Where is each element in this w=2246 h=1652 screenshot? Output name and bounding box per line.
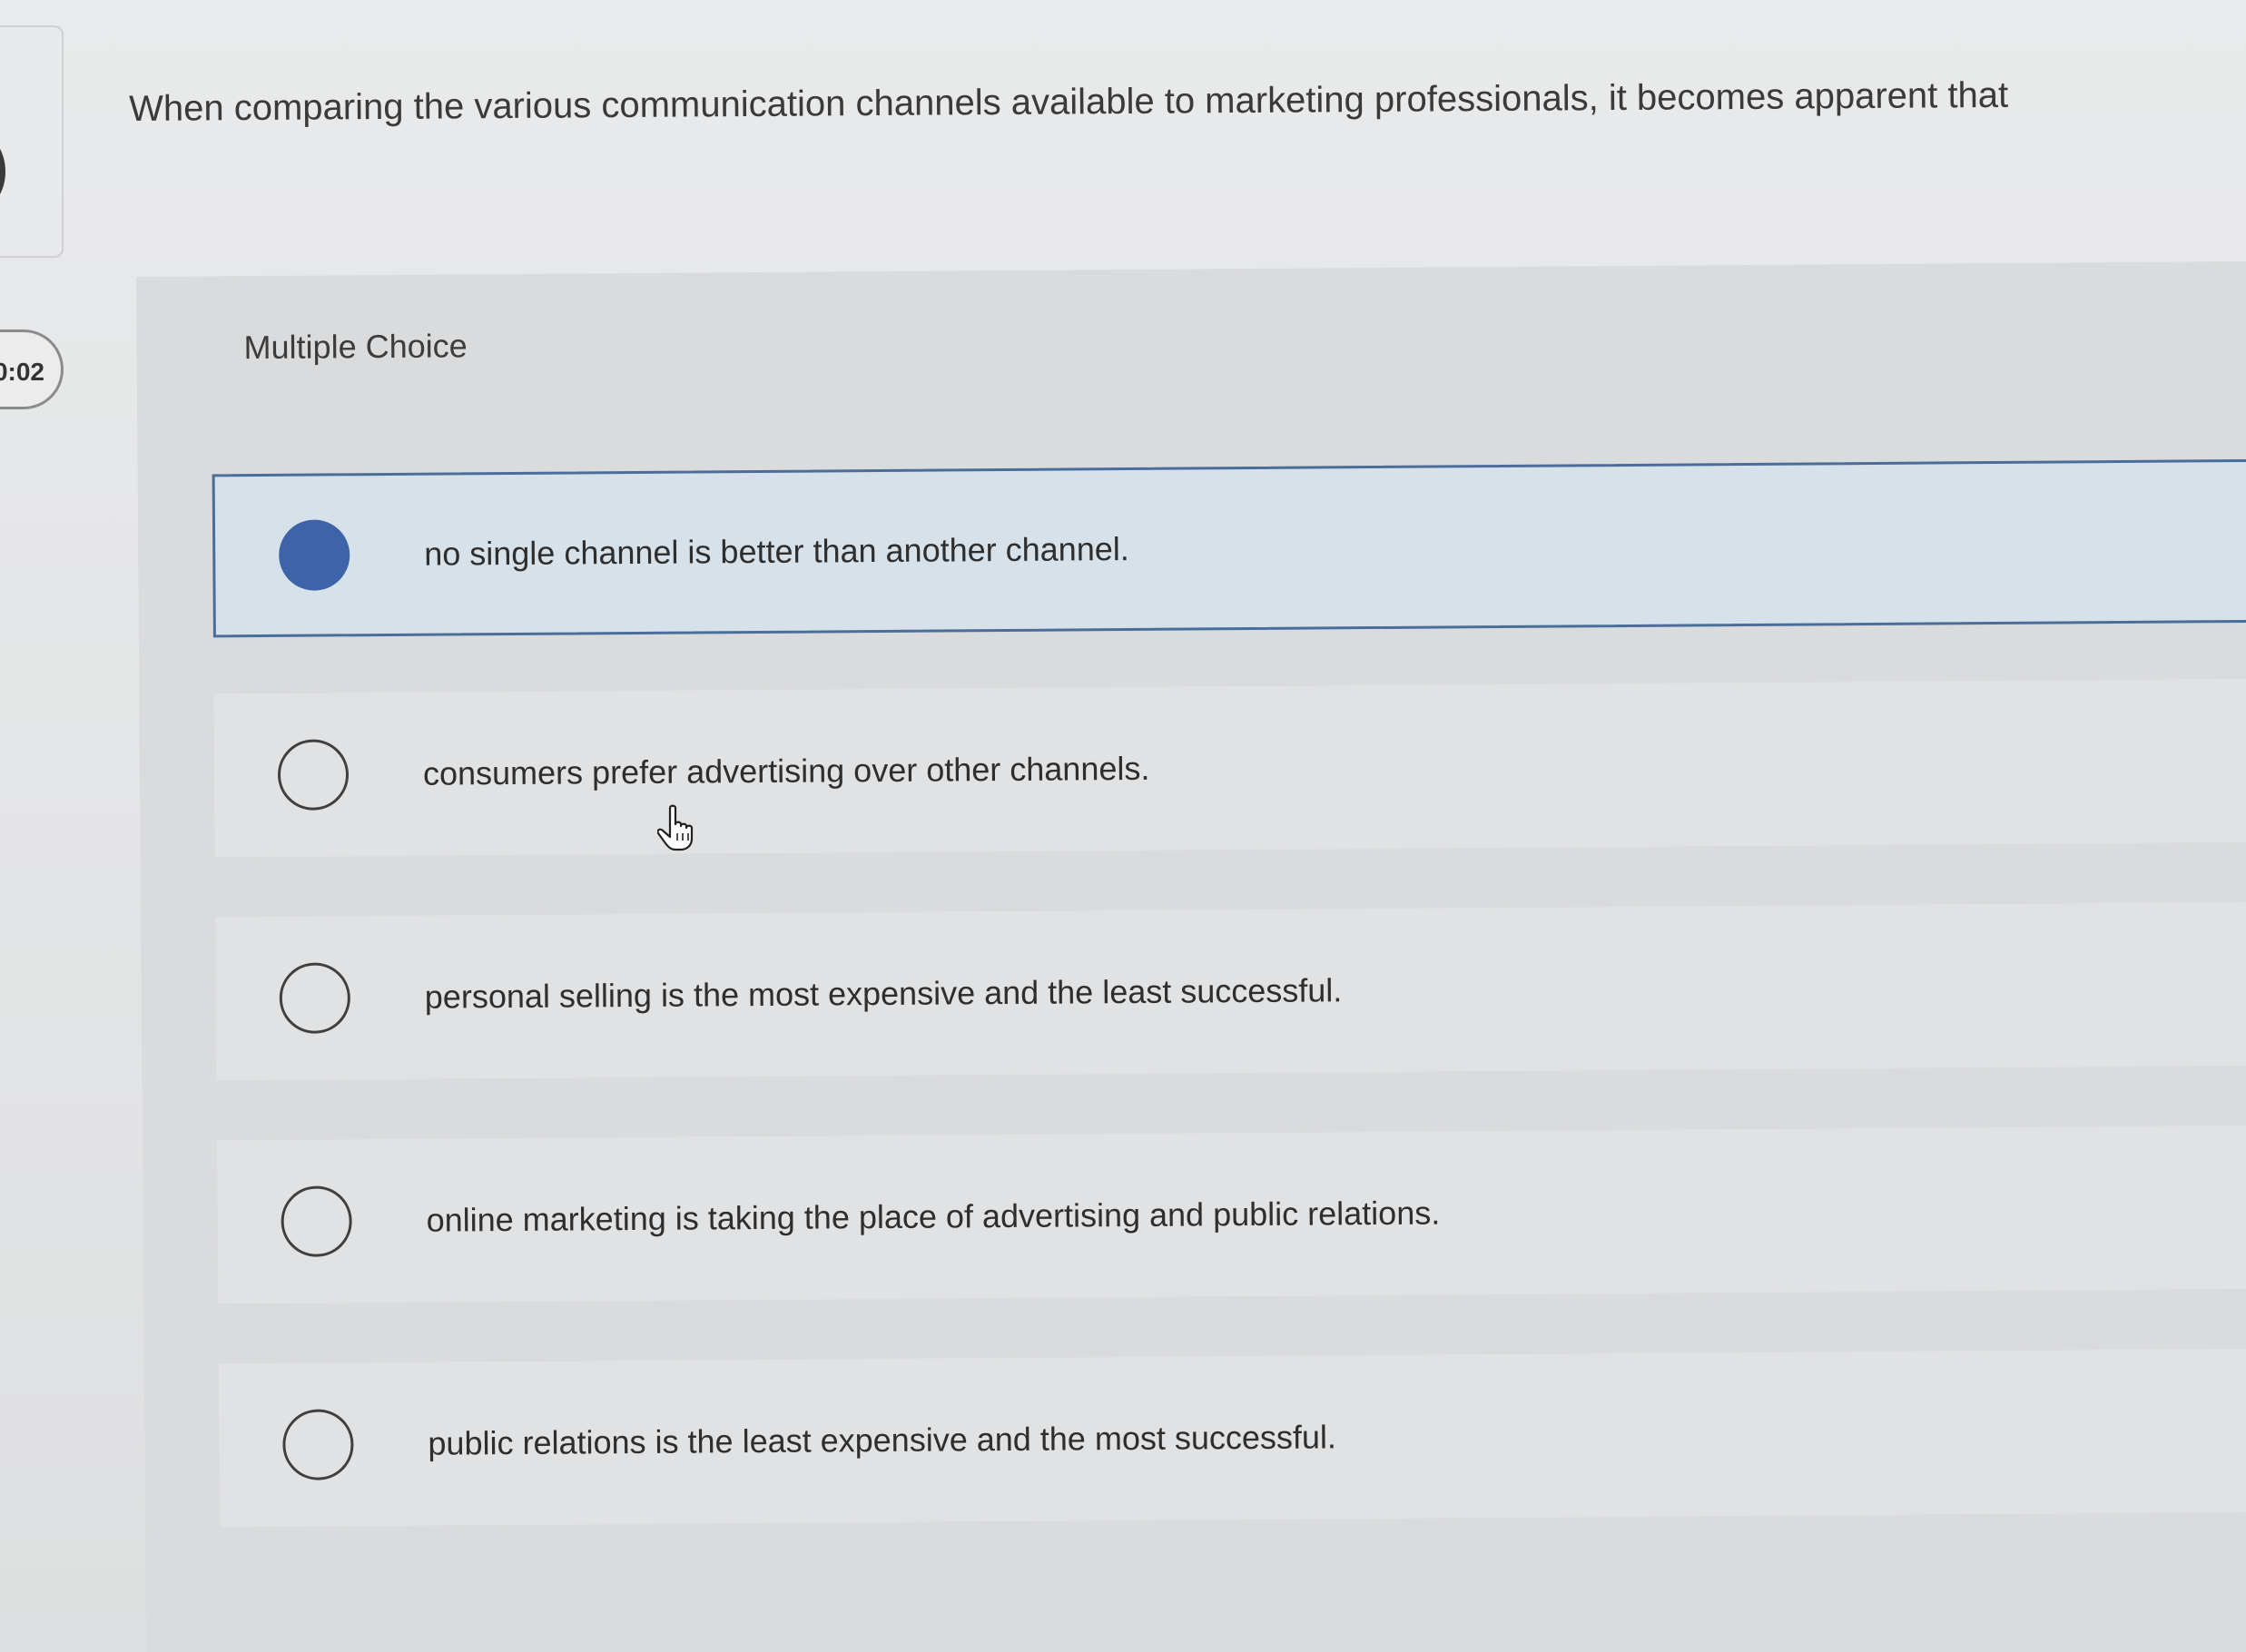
timer-text: 0:02 xyxy=(0,358,44,386)
choice-label: consumers prefer advertising over other … xyxy=(422,749,1150,792)
choice-label: online marketing is taking the place of … xyxy=(426,1194,1441,1239)
choice-option-2[interactable]: consumers prefer advertising over other … xyxy=(213,678,2246,858)
quiz-screen: 0:02 When comparing the various communic… xyxy=(0,0,2246,1652)
hand-pointer-icon xyxy=(657,804,694,851)
question-nav-card[interactable] xyxy=(0,25,64,258)
radio-unselected-icon[interactable] xyxy=(282,1409,354,1480)
radio-unselected-icon[interactable] xyxy=(281,1185,352,1257)
choice-option-4[interactable]: online marketing is taking the place of … xyxy=(216,1125,2246,1304)
choice-label: personal selling is the most expensive a… xyxy=(424,971,1343,1016)
radio-selected-icon[interactable] xyxy=(278,519,350,591)
radio-unselected-icon[interactable] xyxy=(279,962,351,1034)
choice-label: no single channel is better than another… xyxy=(424,529,1129,573)
radio-unselected-icon[interactable] xyxy=(277,739,350,811)
choice-option-5[interactable]: public relations is the least expensive … xyxy=(218,1348,2246,1528)
choice-option-1[interactable]: no single channel is better than another… xyxy=(212,458,2246,638)
choice-option-3[interactable]: personal selling is the most expensive a… xyxy=(215,901,2246,1081)
question-number-badge xyxy=(0,134,5,209)
timer-badge: 0:02 xyxy=(0,329,64,409)
answer-panel: Multiple Choice no single channel is bet… xyxy=(136,261,2246,1652)
question-stem: When comparing the various communication… xyxy=(129,74,2009,129)
choice-label: public relations is the least expensive … xyxy=(428,1418,1337,1462)
question-type-label: Multiple Choice xyxy=(243,327,468,367)
